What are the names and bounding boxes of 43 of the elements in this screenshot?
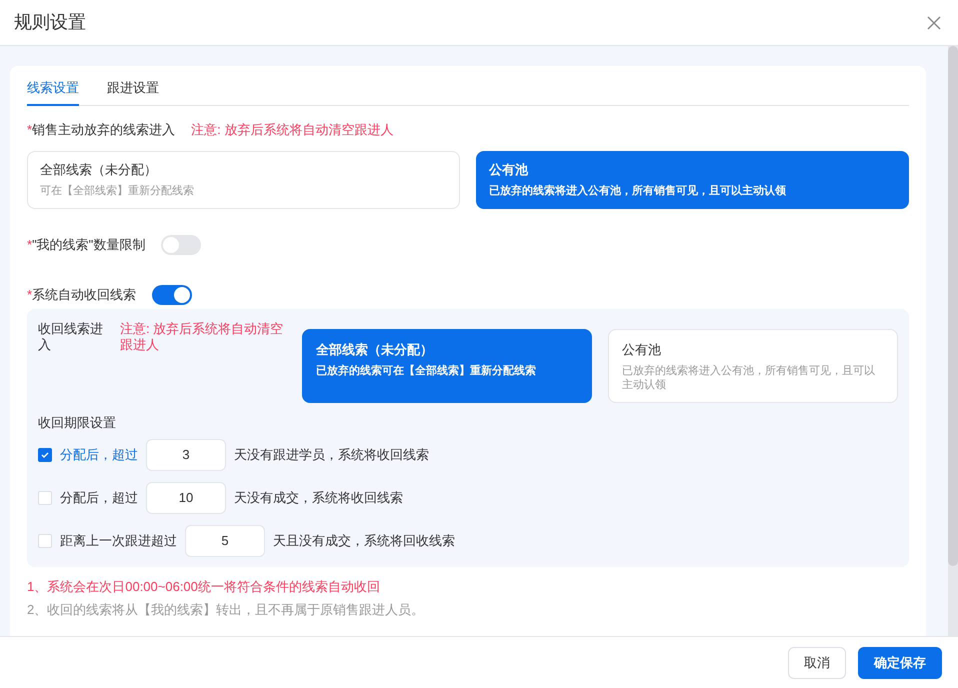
rule-text: 天且没有成交，系统将回收线索 (273, 532, 455, 550)
rule-text: 天没有跟进学员，系统将收回线索 (234, 446, 429, 464)
option-description: 已放弃的线索将进入公有池，所有销售可见，且可以主动认领 (622, 364, 876, 392)
window-title: 规则设置 (14, 11, 86, 34)
save-button[interactable]: 确定保存 (858, 646, 942, 678)
tab[interactable]: 线索设置 (27, 72, 79, 106)
option-card[interactable]: 全部线索（未分配） 已放弃的线索可在【全部线索】重新分配线索 (302, 329, 592, 403)
checkbox[interactable] (38, 534, 52, 548)
option-description: 可在【全部线索】重新分配线索 (40, 184, 195, 198)
option-title: 公有池 (622, 342, 662, 358)
option-card[interactable]: 全部线索（未分配） 可在【全部线索】重新分配线索 (27, 151, 460, 209)
option-title: 公有池 (489, 162, 529, 178)
warning-note: 注意: 放弃后系统将自动清空跟进人 (120, 321, 284, 354)
close-icon[interactable] (927, 16, 941, 30)
option-description: 已放弃的线索可在【全部线索】重新分配线索 (316, 364, 537, 378)
field-label: *系统自动收回线索 (27, 286, 136, 304)
cancel-button[interactable]: 取消 (788, 646, 846, 678)
note-text: 2、收回的线索将从【我的线索】转出，且不再属于原销售跟进人员。 (27, 601, 426, 619)
option-card[interactable]: 公有池 已放弃的线索将进入公有池，所有销售可见，且可以主动认领 (608, 329, 898, 403)
rule-label: 距离上一次跟进超过 (60, 532, 177, 550)
days-input[interactable]: 3 (146, 438, 226, 470)
days-input[interactable]: 10 (146, 482, 226, 514)
field-label: *"我的线索"数量限制 (27, 236, 146, 254)
note-text: 1、系统会在次日00:00~06:00统一将符合条件的线索自动收回 (27, 578, 381, 596)
tab[interactable]: 跟进设置 (107, 72, 159, 106)
option-description: 已放弃的线索将进入公有池，所有销售可见，且可以主动认领 (489, 184, 787, 198)
check-icon (40, 450, 50, 460)
rule-text: 天没有成交，系统将收回线索 (234, 488, 403, 507)
rule-label: 分配后，超过 (60, 446, 138, 464)
checkbox[interactable] (38, 448, 52, 462)
rule-label: 分配后，超过 (60, 488, 138, 507)
days-input[interactable]: 5 (185, 524, 265, 556)
toggle-switch[interactable] (152, 285, 192, 305)
option-card[interactable]: 公有池 已放弃的线索将进入公有池，所有销售可见，且可以主动认领 (476, 151, 909, 209)
warning-note: 注意: 放弃后系统将自动清空跟进人 (191, 120, 394, 138)
toggle-switch[interactable] (161, 235, 202, 255)
option-title: 全部线索（未分配） (40, 162, 158, 178)
checkbox[interactable] (38, 490, 52, 504)
field-label: *销售主动放弃的线索进入 (27, 120, 176, 138)
section-label: 收回期限设置 (38, 414, 117, 432)
scrollbar[interactable] (948, 46, 958, 636)
option-title: 全部线索（未分配） (316, 342, 434, 358)
field-label: 收回线索进入 (38, 321, 104, 354)
